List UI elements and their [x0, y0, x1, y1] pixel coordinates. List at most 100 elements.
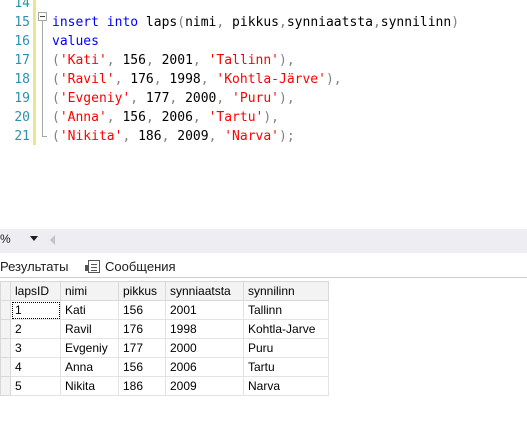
code-token: , [145, 53, 154, 68]
tab-messages-label: Сообщения [105, 259, 176, 274]
code-token: , [106, 53, 115, 68]
code-token: 2009 [169, 129, 209, 144]
code-line[interactable]: ('Ravil', 176, 1998, 'Kohtla-Järve'), [52, 70, 342, 89]
table-cell[interactable]: Kati [60, 300, 119, 320]
code-token: , [192, 53, 201, 68]
code-token: ( [52, 72, 60, 87]
table-cell[interactable]: 156 [118, 357, 166, 377]
column-header[interactable]: lapsID [10, 281, 61, 301]
line-number: 14 [14, 0, 30, 11]
row-selector[interactable] [0, 300, 11, 320]
line-number: 21 [14, 129, 30, 144]
code-line[interactable]: insert into laps(nimi, pikkus,synniaatst… [52, 13, 459, 32]
table-cell[interactable]: 5 [10, 376, 61, 396]
code-token: laps [138, 15, 178, 30]
code-token: ); [279, 129, 295, 144]
table-row[interactable]: 5 Nikita 186 2009 Narva [0, 376, 329, 396]
table-cell[interactable]: 2001 [165, 300, 244, 320]
code-token: , [192, 110, 201, 125]
string-token: 'Anna' [59, 110, 107, 125]
grid-header-row: lapsID nimi pikkus synniaatsta synnilinn [0, 281, 329, 301]
table-cell[interactable]: 4 [10, 357, 61, 377]
table-row[interactable]: 4 Anna 156 2006 Tartu [0, 357, 329, 377]
column-header[interactable]: synnilinn [243, 281, 329, 301]
code-token: synnilinn [380, 15, 452, 30]
string-token: 'Ravil' [59, 72, 115, 87]
table-cell[interactable]: 156 [118, 300, 166, 320]
zoom-level[interactable]: % [0, 232, 11, 246]
table-cell[interactable]: Anna [60, 357, 119, 377]
table-cell[interactable]: Tallinn [243, 300, 329, 320]
code-token: , [372, 15, 381, 30]
zoom-dropdown-icon[interactable] [30, 236, 38, 241]
code-token: 186 [130, 129, 162, 144]
string-token: 'Tartu' [208, 110, 264, 125]
table-cell[interactable]: Nikita [60, 376, 119, 396]
results-tab-bar: Результаты Сообщения [0, 254, 527, 278]
string-token: 'Evgeniy' [59, 91, 131, 106]
tab-messages[interactable]: Сообщения [85, 256, 176, 278]
string-token: 'Narva' [224, 129, 280, 144]
collapse-icon[interactable] [38, 12, 47, 21]
scroll-left-icon[interactable] [50, 235, 55, 245]
row-selector[interactable] [0, 338, 11, 358]
row-number-header[interactable] [0, 281, 11, 301]
row-selector[interactable] [0, 357, 11, 377]
table-cell[interactable]: Narva [243, 376, 329, 396]
string-token: 'Nikita' [59, 129, 123, 144]
tab-results-label: Результаты [0, 259, 69, 274]
line-number: 17 [14, 53, 30, 68]
table-cell[interactable]: Ravil [60, 319, 119, 339]
code-line[interactable]: ('Kati', 156, 2001, 'Tallinn'), [52, 51, 295, 70]
code-line[interactable]: ('Evgeniy', 177, 2000, 'Puru'), [52, 89, 295, 108]
line-number: 18 [14, 72, 30, 87]
code-line[interactable]: ('Anna', 156, 2006, 'Tartu'), [52, 108, 279, 127]
table-cell[interactable]: 1 [10, 300, 61, 320]
sql-editor[interactable]: 14 15 16 17 18 19 20 21 insert into laps(nimi, … [0, 0, 527, 228]
table-row[interactable]: 3 Evgeniy 177 2000 Puru [0, 338, 329, 358]
table-cell[interactable]: 2009 [165, 376, 244, 396]
code-token: 1998 [161, 72, 201, 87]
code-token: pikkus [224, 15, 280, 30]
results-grid[interactable]: lapsID nimi pikkus synniaatsta synnilinn… [0, 281, 329, 396]
code-token: 2001 [153, 53, 193, 68]
table-row[interactable]: 2 Ravil 176 1998 Kohtla-Jarve [0, 319, 329, 339]
row-selector[interactable] [0, 376, 11, 396]
row-selector[interactable] [0, 319, 11, 339]
table-cell[interactable]: 2006 [165, 357, 244, 377]
table-cell[interactable]: 176 [118, 319, 166, 339]
change-bar [33, 19, 36, 145]
code-token: synniaatsta [286, 15, 373, 30]
code-token: 156 [114, 110, 146, 125]
table-cell[interactable]: 2000 [165, 338, 244, 358]
table-cell[interactable]: Tartu [243, 357, 329, 377]
code-token: 177 [138, 91, 170, 106]
column-header[interactable]: nimi [60, 281, 119, 301]
table-cell[interactable]: Kohtla-Jarve [243, 319, 329, 339]
tab-results[interactable]: Результаты [0, 256, 68, 278]
change-bar-top [33, 0, 36, 19]
table-cell[interactable]: 3 [10, 338, 61, 358]
table-cell[interactable]: 1998 [165, 319, 244, 339]
keyword-token: insert [52, 15, 99, 30]
line-number: 16 [14, 34, 30, 49]
table-row[interactable]: 1 Kati 156 2001 Tallinn [0, 300, 329, 320]
horizontal-scrollbar[interactable] [60, 237, 527, 245]
editor-status-strip: % [0, 229, 527, 253]
table-cell[interactable]: 177 [118, 338, 166, 358]
code-line[interactable]: values [52, 32, 99, 51]
line-number: 19 [14, 91, 30, 106]
code-token: ( [52, 91, 60, 106]
table-cell[interactable]: 2 [10, 319, 61, 339]
table-cell[interactable]: Puru [243, 338, 329, 358]
code-line[interactable]: ('Nikita', 186, 2009, 'Narva'); [52, 127, 295, 146]
code-token: 176 [122, 72, 154, 87]
table-cell[interactable]: Evgeniy [60, 338, 119, 358]
column-header[interactable]: pikkus [118, 281, 166, 301]
table-cell[interactable]: 186 [118, 376, 166, 396]
column-header[interactable]: synniaatsta [165, 281, 244, 301]
messages-icon [85, 260, 100, 273]
code-token: , [130, 91, 139, 106]
